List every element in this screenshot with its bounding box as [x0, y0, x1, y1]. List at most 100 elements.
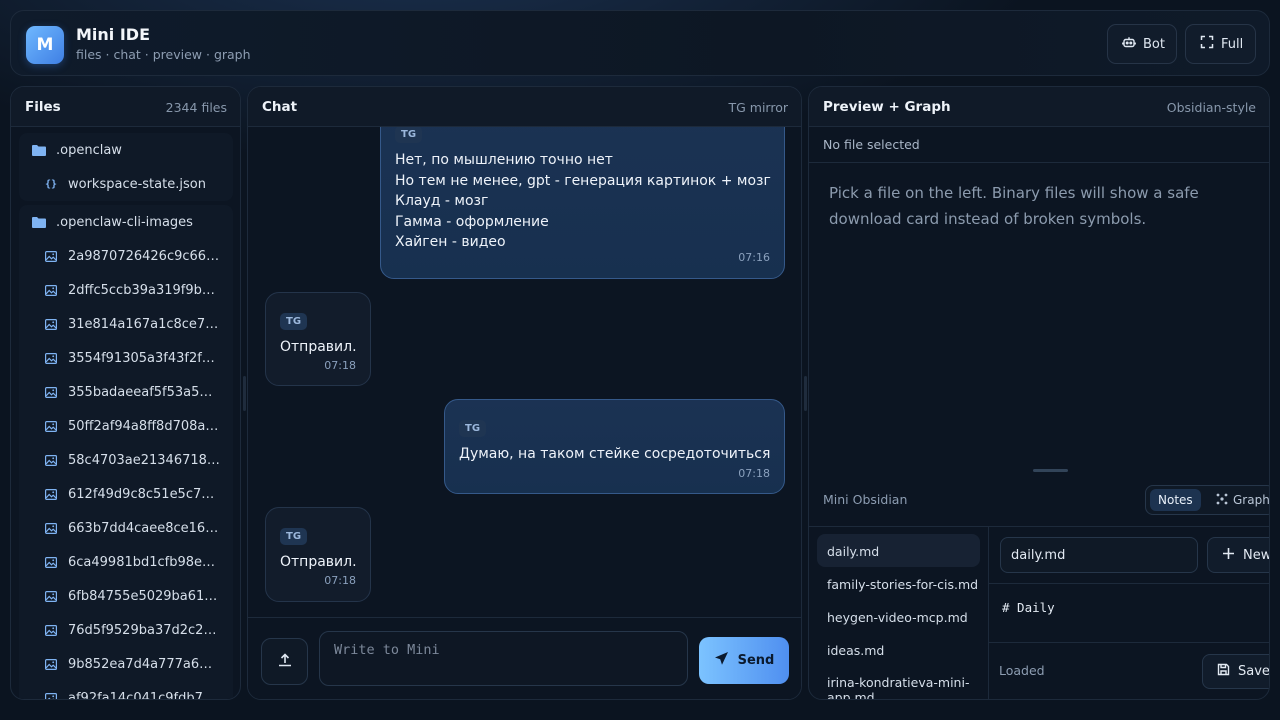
note-editor: New # Daily Loaded Save — [989, 527, 1269, 699]
mini-obsidian-label: Mini Obsidian — [823, 492, 908, 507]
file-name: 50ff2af94a8ff8d708a487… — [68, 418, 220, 434]
preview-meta: Obsidian-style — [1166, 100, 1256, 115]
send-button[interactable]: Send — [699, 637, 789, 684]
image-file-icon — [44, 657, 58, 671]
chat-header: Chat TG mirror — [248, 87, 801, 127]
split-handle[interactable] — [1033, 469, 1068, 472]
file-item[interactable]: 50ff2af94a8ff8d708a487… — [19, 409, 233, 443]
message-time: 07:18 — [738, 467, 770, 480]
files-header: Files 2344 files — [11, 87, 240, 127]
resize-handle[interactable] — [804, 376, 807, 411]
file-item[interactable]: 2dffc5ccb39a319f9b03d… — [19, 273, 233, 307]
folder-item[interactable]: .openclaw — [19, 133, 233, 167]
app-subtitle: files · chat · preview · graph — [76, 47, 251, 62]
message-text: Отправил. — [280, 339, 357, 355]
file-item[interactable]: 3554f91305a3f43f2f5b5… — [19, 341, 233, 375]
image-file-icon — [44, 249, 58, 263]
tab-graph[interactable]: Graph — [1208, 489, 1270, 511]
files-title: Files — [25, 99, 61, 115]
folder-item[interactable]: .openclaw-cli-images — [19, 205, 233, 239]
save-icon — [1217, 663, 1230, 680]
preview-title: Preview + Graph — [823, 99, 951, 115]
image-file-icon — [44, 589, 58, 603]
fullscreen-button[interactable]: Full — [1185, 24, 1256, 64]
note-item[interactable]: irina-kondratieva-mini-app.md — [817, 666, 980, 699]
files-panel: Files 2344 files .openclaw {} workspace-… — [10, 86, 241, 700]
tg-badge: TG — [459, 420, 487, 437]
tg-badge: TG — [280, 313, 308, 330]
selected-file-status: No file selected — [809, 127, 1269, 163]
send-button-label: Send — [737, 653, 775, 668]
note-item[interactable]: ideas.md — [817, 633, 980, 666]
message-text: Нет, по мышлению точно нет Но тем не мен… — [395, 152, 771, 250]
file-name: workspace-state.json — [68, 176, 206, 192]
note-item[interactable]: heygen-video-mcp.md — [817, 600, 980, 633]
chat-input[interactable] — [319, 631, 688, 686]
file-item[interactable]: af92fa14c041c9fdb7c7d… — [19, 681, 233, 699]
resize-handle[interactable] — [243, 376, 246, 411]
file-item[interactable]: 6ca49981bd1cfb98eabb… — [19, 545, 233, 579]
file-name: af92fa14c041c9fdb7c7d… — [68, 690, 220, 700]
file-name: 2dffc5ccb39a319f9b03d… — [68, 282, 220, 298]
message-text: Отправил. — [280, 554, 357, 570]
tab-graph-label: Graph — [1233, 493, 1270, 507]
image-file-icon — [44, 453, 58, 467]
file-item[interactable]: 663b7dd4caee8ce16a2… — [19, 511, 233, 545]
save-button[interactable]: Save — [1202, 654, 1269, 689]
folder-group: .openclaw-cli-images 2a9870726426c9c665a… — [19, 205, 233, 699]
send-icon — [714, 651, 729, 670]
file-item[interactable]: {} workspace-state.json — [19, 167, 233, 201]
note-item[interactable]: daily.md — [817, 534, 980, 567]
file-name: 6ca49981bd1cfb98eabb… — [68, 554, 220, 570]
folder-icon — [32, 215, 46, 229]
file-item[interactable]: 9b852ea7d4a777a6e36… — [19, 647, 233, 681]
app-title: Mini IDE — [76, 25, 151, 44]
image-file-icon — [44, 317, 58, 331]
file-item[interactable]: 31e814a167a1c8ce7f20… — [19, 307, 233, 341]
image-file-icon — [44, 385, 58, 399]
message-text: Думаю, на таком стейке сосредоточиться — [459, 446, 771, 462]
message-list: TG Нет, по мышлению точно нет Но тем не … — [248, 127, 801, 619]
file-item[interactable]: 355badaeeaf5f53a59b9… — [19, 375, 233, 409]
folder-name: .openclaw — [56, 142, 122, 158]
new-note-button[interactable]: New — [1207, 537, 1270, 573]
message-bubble: TG Думаю, на таком стейке сосредоточитьс… — [444, 399, 785, 494]
chat-panel: Chat TG mirror TG Нет, по мышлению точно… — [247, 86, 802, 700]
image-file-icon — [44, 623, 58, 637]
file-item[interactable]: 612f49d9c8c51e5c792d… — [19, 477, 233, 511]
filename-input[interactable] — [1000, 537, 1198, 573]
view-toggle: Notes Graph — [1145, 485, 1270, 515]
app-logo: M — [26, 26, 64, 64]
file-item[interactable]: 6fb84755e5029ba6110f… — [19, 579, 233, 613]
editor-content[interactable]: # Daily — [989, 583, 1269, 643]
tab-notes[interactable]: Notes — [1150, 489, 1201, 511]
message-bubble: TG Нет, по мышлению точно нет Но тем не … — [380, 127, 785, 279]
file-name: 6fb84755e5029ba6110f… — [68, 588, 220, 604]
file-item[interactable]: 2a9870726426c9c665a… — [19, 239, 233, 273]
file-name: 2a9870726426c9c665a… — [68, 248, 220, 264]
file-name: 9b852ea7d4a777a6e36… — [68, 656, 220, 672]
json-file-icon: {} — [44, 178, 58, 190]
file-item[interactable]: 58c4703ae2134671858… — [19, 443, 233, 477]
preview-hint: Pick a file on the left. Binary files wi… — [829, 184, 1199, 228]
message-bubble: TG Отправил. 07:18 — [265, 292, 371, 386]
editor-status: Loaded — [999, 663, 1045, 678]
new-note-label: New — [1243, 547, 1270, 563]
obsidian-area: daily.md family-stories-for-cis.md heyge… — [809, 526, 1269, 699]
message-time: 07:16 — [738, 251, 770, 264]
file-tree: .openclaw {} workspace-state.json .openc… — [19, 133, 233, 699]
preview-header: Preview + Graph Obsidian-style — [809, 87, 1269, 127]
note-item[interactable]: family-stories-for-cis.md — [817, 567, 980, 600]
message-time: 07:18 — [324, 359, 356, 372]
image-file-list: 2a9870726426c9c665a… 2dffc5ccb39a319f9b03… — [19, 239, 233, 699]
plus-icon — [1222, 547, 1235, 564]
folder-group: .openclaw {} workspace-state.json — [19, 133, 233, 201]
upload-icon — [277, 652, 293, 672]
chat-meta: TG mirror — [728, 100, 788, 115]
bot-button[interactable]: Bot — [1107, 24, 1177, 64]
upload-button[interactable] — [261, 638, 308, 685]
file-name: 612f49d9c8c51e5c792d… — [68, 486, 220, 502]
tg-badge: TG — [280, 528, 308, 545]
file-item[interactable]: 76d5f9529ba37d2c25fc… — [19, 613, 233, 647]
notes-list: daily.md family-stories-for-cis.md heyge… — [809, 527, 989, 699]
